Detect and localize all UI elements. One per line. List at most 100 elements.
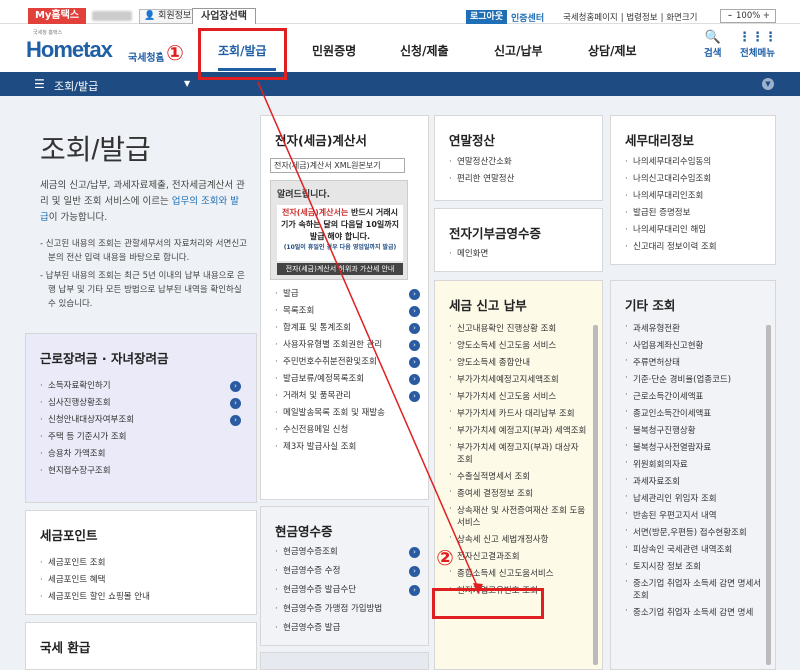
all-menu-button[interactable]: ⋮⋮⋮ 전체메뉴 <box>738 30 777 60</box>
notice-small: (10일이 휴일인 경우 다음 영업일까지 발급) <box>283 244 397 251</box>
list-item[interactable]: 발급된 증명정보 <box>625 205 717 222</box>
list-item[interactable]: 제3자 발급사실 조회 <box>275 439 425 456</box>
list-item[interactable]: 부가가치세 예정고지(부과) 대상자 조회 <box>449 440 589 469</box>
list-item[interactable]: 부가가치세 예정고지(부과) 세액조회 <box>449 423 589 440</box>
list-item[interactable]: 근로소득간이세액표 <box>625 389 765 406</box>
list-item[interactable]: 현금영수증조회› <box>275 543 425 562</box>
list-item[interactable]: 양도소득세 신고도움 서비스 <box>449 338 589 355</box>
search-button[interactable]: 🔍 검색 <box>704 31 721 60</box>
list-item[interactable]: 상속재산 및 사전증여재산 조회 도움서비스 <box>449 503 589 532</box>
list-item[interactable]: 반송된 우편고지서 내역 <box>625 508 765 525</box>
list-item[interactable]: 불복청구진행상황 <box>625 423 765 440</box>
list-item[interactable]: 사업용계좌신고현황 <box>625 338 765 355</box>
list-item[interactable]: 중소기업 취업자 소득세 감면 명세서 조회 <box>625 576 765 605</box>
list-item[interactable]: 종합소득세 신고도움서비스 <box>449 566 589 583</box>
note-item: - 신고된 내용의 조회는 관할세무서의 자료처리와 서면신고분의 전산 입력 … <box>40 239 247 263</box>
list-item[interactable]: 나의신고대리수임조회 <box>625 171 717 188</box>
list-item[interactable]: 거래처 및 품목관리› <box>275 388 425 405</box>
list-item[interactable]: 현금영수증 수정› <box>275 562 425 581</box>
list-item[interactable]: 중소기업 취업자 소득세 감면 명세 <box>625 605 765 622</box>
list-item[interactable]: 세금포인트 조회 <box>40 555 150 572</box>
list-item[interactable]: 기준·단순 경비율(업종코드) <box>625 372 765 389</box>
list-item[interactable]: 현금영수증 가맹점 가입방법 <box>275 600 425 619</box>
list-item[interactable]: 주류면허상태 <box>625 355 765 372</box>
list-item[interactable]: 과세자료조회 <box>625 474 765 491</box>
list-item[interactable]: 발급보류/예정목록조회› <box>275 371 425 388</box>
breadcrumb[interactable]: 조회/발급 <box>54 78 98 94</box>
list-item[interactable]: 신청안내대상자여부조회› <box>40 412 245 429</box>
my-hometax-tab[interactable]: My홈택스 <box>28 8 86 24</box>
list-item[interactable]: 심사진행상황조회› <box>40 395 245 412</box>
list-item[interactable]: 편리한 연말정산 <box>449 171 514 188</box>
list-item[interactable]: 현지접수장구조회 <box>40 463 245 480</box>
zoom-out-button[interactable]: – <box>724 10 736 22</box>
top-link: 화면크기 <box>666 13 698 23</box>
list-item[interactable]: 메인화면 <box>449 246 488 263</box>
chevron-down-icon[interactable]: ▼ <box>184 79 190 88</box>
list-item[interactable]: 주민번호수취분전환및조회› <box>275 354 425 371</box>
einvoice-list: 발급› 목록조회› 합계표 및 통계조회› 사용자유형별 조회권한 관리› 주민… <box>275 286 425 456</box>
notice-bar[interactable]: 전자(세금)계산서 허위과 가산세 안내 <box>277 263 403 275</box>
list-item[interactable]: 목록조회› <box>275 303 425 320</box>
top-link[interactable]: 법령정보 <box>626 13 657 23</box>
list-item[interactable]: 세금포인트 혜택 <box>40 572 150 589</box>
list-item[interactable]: 종교인소득간이세액표 <box>625 406 765 423</box>
list-item[interactable]: 신고대리 정보이력 조회 <box>625 239 717 256</box>
nav-consult[interactable]: 상담/제보 <box>588 42 637 59</box>
tax-point-box: 세금포인트 세금포인트 조회 세금포인트 혜택 세금포인트 할인 쇼핑몰 안내 <box>25 510 257 615</box>
list-item[interactable]: 수신전용메일 신청 <box>275 422 425 439</box>
top-link[interactable]: 국세청홈페이지 <box>563 13 618 23</box>
list-item[interactable]: 나의세무대리인 해임 <box>625 222 717 239</box>
list-item[interactable]: 부가가치세 카드사 대리납부 조회 <box>449 406 589 423</box>
chevron-down-circle-icon[interactable]: ▼ <box>762 78 774 90</box>
list-item[interactable]: 전자신고결과조회 <box>449 549 589 566</box>
list-item[interactable]: 나의세무대리수임동의 <box>625 154 717 171</box>
list-item[interactable]: 서면(방문,우편등) 접수현황조회 <box>625 525 765 542</box>
list-item[interactable]: 상속세 신고 세법개정사항 <box>449 532 589 549</box>
nav-apply-submit[interactable]: 신청/제출 <box>400 42 449 59</box>
list-item[interactable]: 수출실적명세서 조회 <box>449 469 589 486</box>
list-item[interactable]: 사용자유형별 조회권한 관리› <box>275 337 425 354</box>
list-item[interactable]: 합계표 및 통계조회› <box>275 320 425 337</box>
list-item[interactable]: 소득자료확인하기› <box>40 378 245 395</box>
list-item[interactable]: 납세관리인 위임자 조회 <box>625 491 765 508</box>
list-item[interactable]: 토지시장 정보 조회 <box>625 559 765 576</box>
cert-center-link[interactable]: 인증센터 <box>511 11 544 24</box>
grid-icon: ⋮⋮⋮ <box>738 30 777 45</box>
list-item[interactable]: 연말정산간소화 <box>449 154 514 171</box>
zoom-in-button[interactable]: + <box>760 10 772 22</box>
hometax-logo[interactable]: Hometax <box>26 37 113 63</box>
list-item[interactable]: 양도소득세 종합안내 <box>449 355 589 372</box>
list-item[interactable]: 주택 등 기준시가 조회 <box>40 429 245 446</box>
list-item[interactable]: 불복청구사전열람자료 <box>625 440 765 457</box>
list-item[interactable]: 종여세 결정정보 조회 <box>449 486 589 503</box>
list-item[interactable]: 현금영수증 발급 <box>275 619 425 638</box>
list-item[interactable]: 부가가치세 신고도움 서비스 <box>449 389 589 406</box>
logout-button[interactable]: 로그아웃 <box>466 10 508 24</box>
zoom-control: –100% + <box>720 9 777 23</box>
list-item[interactable]: 발급› <box>275 286 425 303</box>
xml-view-button[interactable]: 전자(세금)계산서 XML원본보기 <box>270 158 405 173</box>
list-item[interactable]: 부가가치세예정고지세액조회 <box>449 372 589 389</box>
hamburger-icon[interactable]: ☰ <box>34 77 45 91</box>
list-item[interactable]: 메일발송목록 조회 및 재발송 <box>275 405 425 422</box>
notice-banner[interactable]: 전자(세금)계산서는 반드시 거래시기가 속하는 달의 다음달 10일까지 발급… <box>277 205 403 261</box>
member-info-button[interactable]: 👤 회원정보 <box>139 9 197 24</box>
list-item[interactable]: 피상속인 국세관련 내역조회 <box>625 542 765 559</box>
list-item[interactable]: 승용차 가액조회 <box>40 446 245 463</box>
list-item[interactable]: 신고내용확인 진행상황 조회 <box>449 321 589 338</box>
nav-civil-cert[interactable]: 민원증명 <box>312 42 356 59</box>
business-select-tab[interactable]: 사업장선택 <box>192 8 256 24</box>
list-item[interactable]: 나의세무대리인조회 <box>625 188 717 205</box>
notice-highlight: 전자(세금)계산서는 <box>282 208 349 217</box>
box-title: 국세 환급 <box>40 640 91 655</box>
nav-report-pay[interactable]: 신고/납부 <box>494 42 543 59</box>
list-item[interactable]: 과세유형전환 <box>625 321 765 338</box>
note-item: - 납부된 내용의 조회는 최근 5년 이내의 납부 내용으로 은행 납부 및 … <box>40 271 245 309</box>
list-item[interactable]: 현금영수증 발급수단› <box>275 581 425 600</box>
scrollbar[interactable] <box>766 325 771 665</box>
list-item[interactable]: 위원회회의자료 <box>625 457 765 474</box>
scrollbar[interactable] <box>593 325 598 665</box>
chevron-right-icon: › <box>230 415 241 426</box>
list-item[interactable]: 세금포인트 할인 쇼핑몰 안내 <box>40 589 150 606</box>
